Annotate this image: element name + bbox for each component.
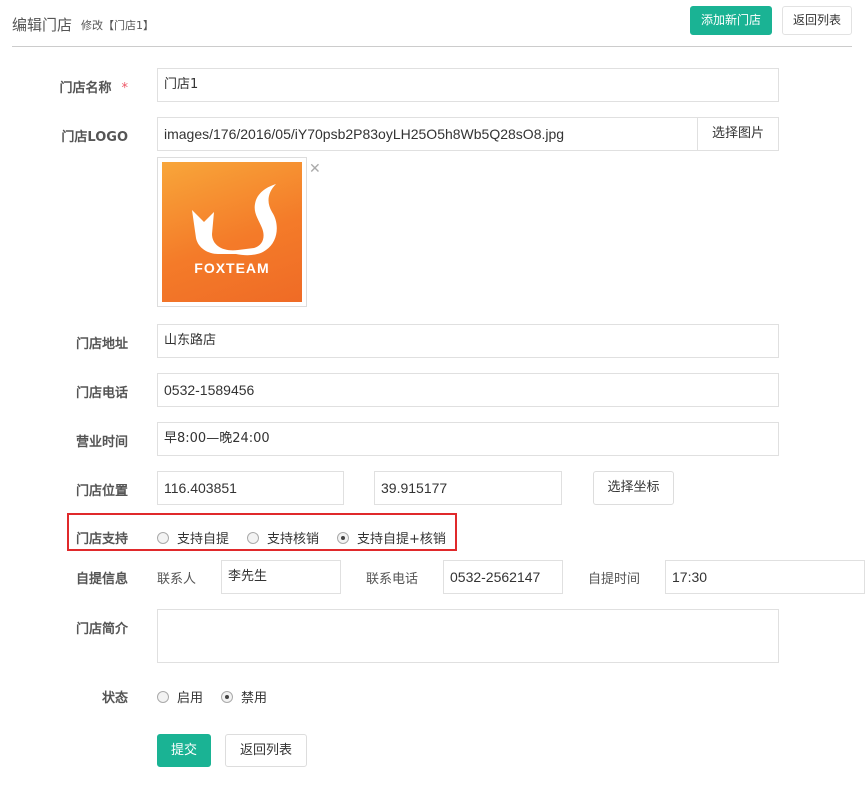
header-divider [12,46,852,47]
status-radio-group: 启用 禁用 [157,687,285,706]
business-hours-label: 营业时间 [75,435,128,450]
longitude-input[interactable]: 116.403851 [157,471,344,505]
add-store-button[interactable]: 添加新门店 [690,6,772,35]
latitude-input[interactable]: 39.915177 [374,471,562,505]
page-header: 编辑门店 修改【门店1】 添加新门店 返回列表 [0,0,866,48]
contact-phone-input[interactable]: 0532-2562147 [443,560,563,594]
remove-logo-icon[interactable]: ✕ [309,161,321,177]
pickup-info-label: 自提信息 [75,572,128,587]
choose-coordinates-button[interactable]: 选择坐标 [593,471,674,505]
pickup-time-input[interactable]: 17:30 [665,560,865,594]
store-address-label: 门店地址 [75,337,128,352]
support-both-label[interactable]: 支持自提+核销 [357,528,446,547]
store-logo-label: 门店LOGO [61,130,128,145]
status-label: 状态 [101,691,128,706]
support-verify-label[interactable]: 支持核销 [267,528,319,547]
support-verify-radio[interactable] [247,531,260,544]
back-to-list-button[interactable]: 返回列表 [782,6,852,35]
store-name-input[interactable]: 门店1 [157,68,779,102]
store-phone-label: 门店电话 [75,386,128,401]
store-intro-label: 门店简介 [75,622,128,637]
page-subtitle: 修改【门店1】 [81,19,154,32]
contact-person-input[interactable]: 李先生 [221,560,341,594]
foxteam-logo-image: FOXTEAM [162,162,302,302]
status-enabled-label[interactable]: 启用 [177,687,203,706]
contact-phone-label: 联系电话 [366,572,419,587]
store-intro-textarea[interactable] [157,609,779,663]
store-support-label: 门店支持 [75,532,128,547]
logo-preview: FOXTEAM [157,157,307,307]
pickup-time-label: 自提时间 [588,572,641,587]
store-location-label: 门店位置 [75,484,128,499]
status-enabled-radio[interactable] [157,690,169,703]
store-phone-input[interactable]: 0532-1589456 [157,373,779,407]
business-hours-input[interactable]: 早8:00—晚24:00 [157,422,779,456]
fox-icon [192,184,277,256]
store-address-input[interactable]: 山东路店 [157,324,779,358]
logo-path-input[interactable]: images/176/2016/05/iY70psb2P83oyLH25O5h8… [157,117,698,151]
support-pickup-label[interactable]: 支持自提 [177,528,229,547]
logo-brand-text: FOXTEAM [194,260,270,276]
support-radio-group: 支持自提 支持核销 支持自提+核销 [157,528,464,547]
support-both-radio[interactable] [337,531,350,544]
support-pickup-radio[interactable] [157,531,169,544]
contact-person-label: 联系人 [157,572,197,587]
store-name-label: 门店名称 * [59,81,129,96]
required-mark: * [121,81,129,96]
choose-image-button[interactable]: 选择图片 [697,117,779,151]
page-title: 编辑门店 [12,16,73,34]
status-disabled-radio[interactable] [221,690,234,703]
status-disabled-label[interactable]: 禁用 [241,687,267,706]
footer-back-to-list-button[interactable]: 返回列表 [225,734,307,767]
submit-button[interactable]: 提交 [157,734,211,767]
